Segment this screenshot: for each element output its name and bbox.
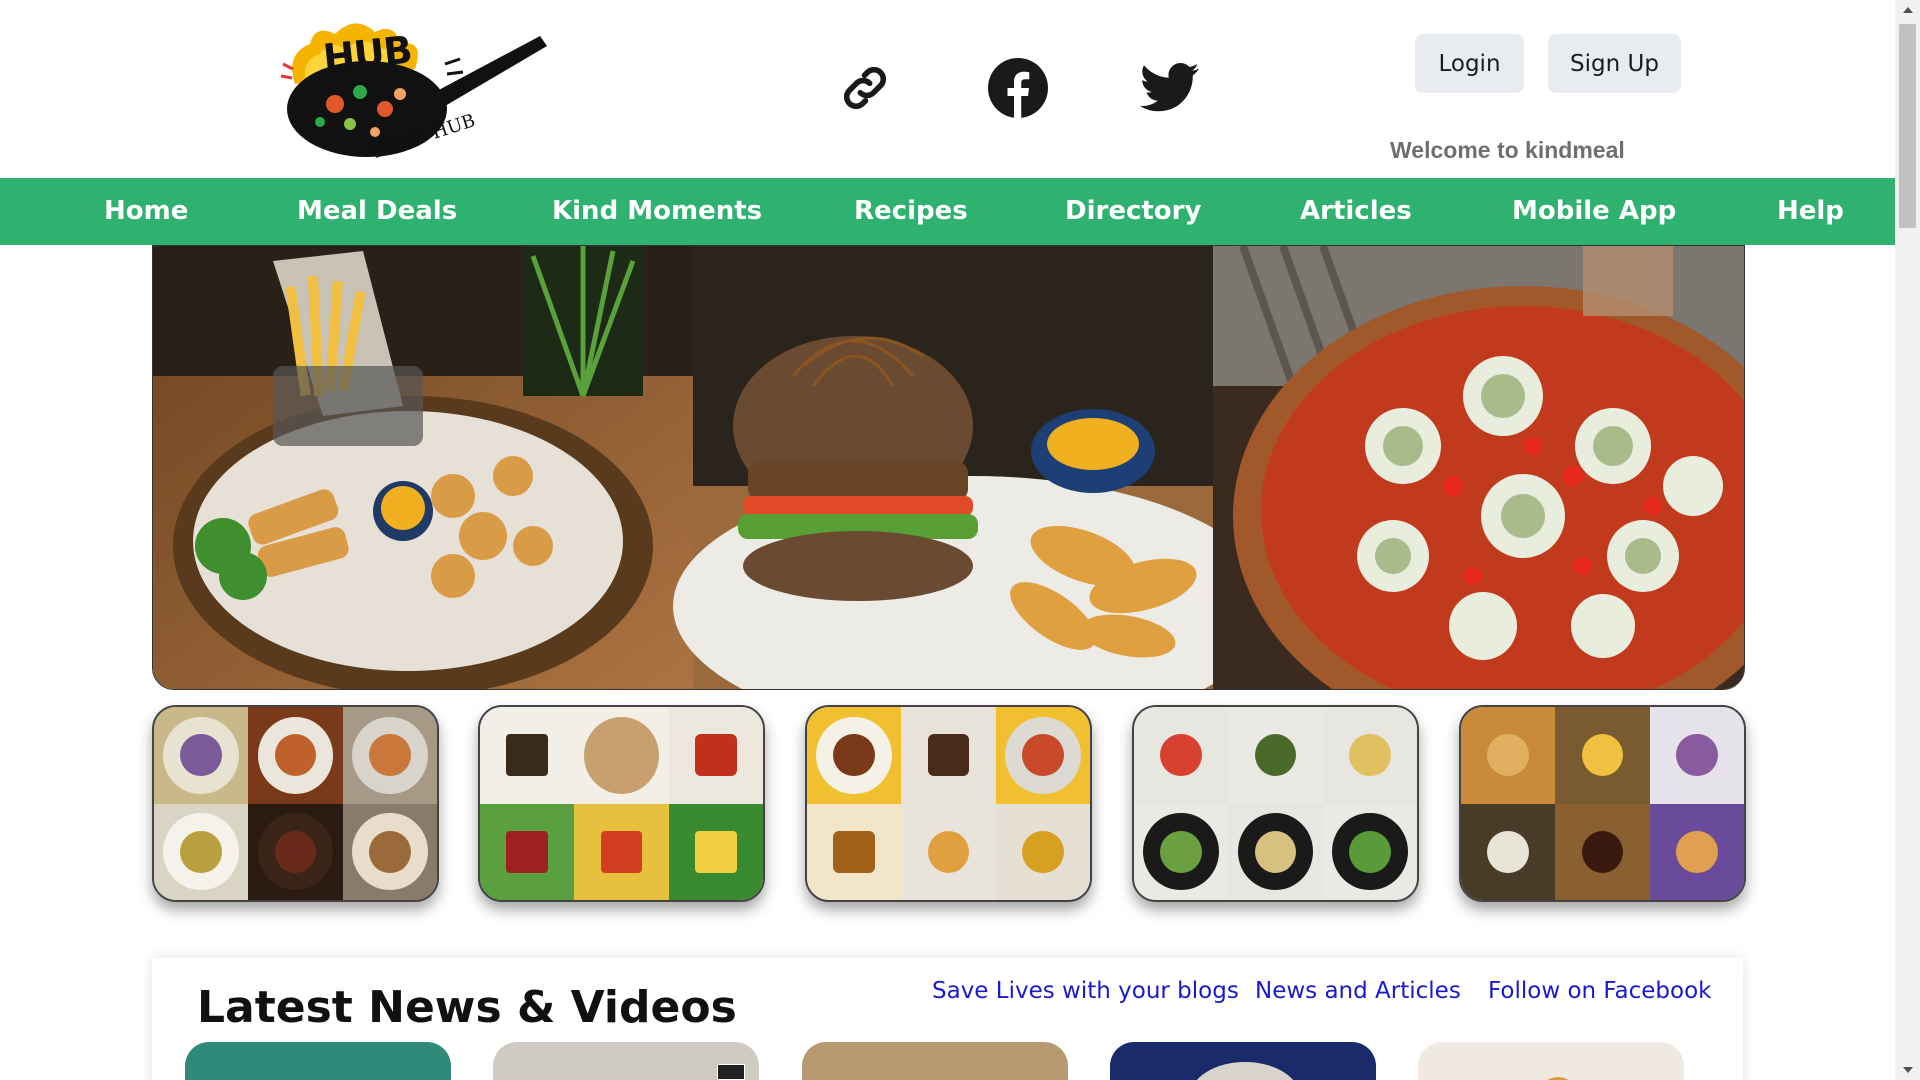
news-thumbnail[interactable] [1418, 1042, 1684, 1080]
nav-item-articles[interactable]: Articles [1300, 178, 1412, 245]
category-tile-2[interactable] [478, 705, 765, 902]
tile-desserts-collage-image [1461, 707, 1744, 900]
logo-wordmark: HUB [320, 27, 414, 81]
category-tile-3[interactable] [805, 705, 1092, 902]
news-thumbnail[interactable] [493, 1042, 759, 1080]
nav-item-directory[interactable]: Directory [1065, 178, 1201, 245]
page: HUB FOOD HUB Login Sign Up Welcome to ki… [0, 0, 1895, 1080]
news-thumbnail[interactable] [802, 1042, 1068, 1080]
hero-banner-image [153, 246, 1744, 689]
nav-item-home[interactable]: Home [104, 178, 188, 245]
news-thumbnail[interactable] [1110, 1042, 1376, 1080]
vertical-scrollbar[interactable] [1895, 0, 1920, 1080]
tile-salad-spread-image [1134, 707, 1417, 900]
tile-cafe-food-collage-image [807, 707, 1090, 900]
scroll-up-icon[interactable] [1895, 0, 1920, 20]
category-tile-4[interactable] [1132, 705, 1419, 902]
nav-item-help[interactable]: Help [1777, 178, 1844, 245]
nav-item-kind-moments[interactable]: Kind Moments [552, 178, 762, 245]
category-tile-1[interactable] [152, 705, 439, 902]
link-save-lives-blogs[interactable]: Save Lives with your blogs [932, 978, 1239, 1004]
news-title: Latest News & Videos [197, 982, 737, 1033]
main-nav: Home Meal Deals Kind Moments Recipes Dir… [0, 178, 1895, 245]
link-follow-facebook[interactable]: Follow on Facebook [1488, 978, 1712, 1004]
hero-banner[interactable] [152, 245, 1745, 690]
nav-item-recipes[interactable]: Recipes [854, 178, 968, 245]
tile-asian-dishes-collage-image [154, 707, 437, 900]
scroll-thumb[interactable] [1899, 24, 1916, 228]
signup-button[interactable]: Sign Up [1548, 34, 1681, 93]
twitter-icon[interactable] [1140, 58, 1200, 118]
nav-item-meal-deals[interactable]: Meal Deals [297, 178, 457, 245]
header: HUB FOOD HUB Login Sign Up Welcome to ki… [0, 0, 1895, 178]
site-logo[interactable]: HUB FOOD HUB [275, 14, 550, 164]
scroll-down-icon[interactable] [1895, 1060, 1920, 1080]
login-button[interactable]: Login [1415, 34, 1524, 93]
news-section: Latest News & Videos Save Lives with you… [152, 958, 1743, 1080]
facebook-icon[interactable] [988, 58, 1048, 118]
category-tile-5[interactable] [1459, 705, 1746, 902]
welcome-text: Welcome to kindmeal [1390, 137, 1625, 163]
tile-packaged-products-collage-image [480, 707, 763, 900]
link-icon[interactable] [835, 58, 895, 118]
nav-item-mobile-app[interactable]: Mobile App [1512, 178, 1676, 245]
news-thumbnail[interactable] [185, 1042, 451, 1080]
link-news-articles[interactable]: News and Articles [1255, 978, 1461, 1004]
